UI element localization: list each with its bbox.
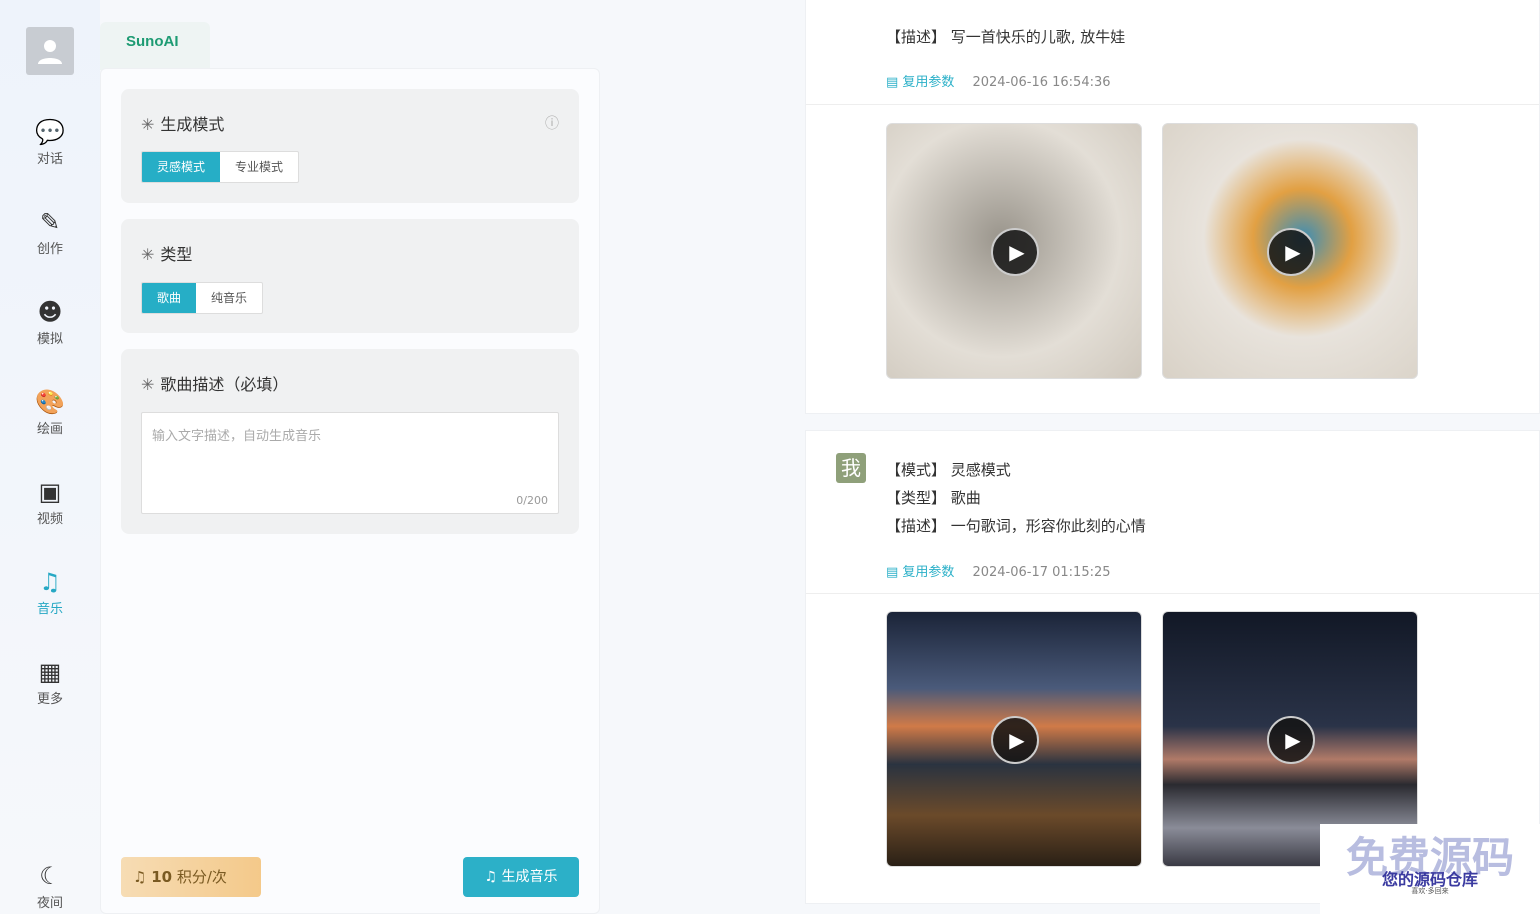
mode-inspiration[interactable]: 灵感模式 [142, 152, 221, 182]
play-icon[interactable]: ▶ [1267, 228, 1315, 276]
description-card: ✳ 歌曲描述（必填） 输入文字描述，自动生成音乐 0/200 [121, 349, 579, 534]
sidebar: 💬 对话 ✎ 创作 ☻ 模拟 🎨 绘画 ▣ 视频 ♫ 音乐 ▦ 更多 ☾ 夜间 [0, 0, 100, 914]
mode-professional[interactable]: 专业模式 [220, 152, 298, 182]
chat-icon: 💬 [35, 118, 65, 146]
feather-icon: ✎ [39, 208, 61, 236]
nav-label: 绘画 [36, 422, 63, 437]
sidebar-item-draw[interactable]: 🎨 绘画 [0, 388, 100, 437]
play-icon[interactable]: ▶ [991, 228, 1039, 276]
type-instrumental[interactable]: 纯音乐 [196, 283, 262, 313]
sidebar-item-video[interactable]: ▣ 视频 [0, 478, 100, 527]
sidebar-item-create[interactable]: ✎ 创作 [0, 208, 100, 257]
reuse-params-link[interactable]: ▤ 复用参数 [886, 75, 954, 90]
song-cover[interactable]: ▶ [886, 123, 1142, 379]
type-song[interactable]: 歌曲 [142, 283, 197, 313]
avatar[interactable] [26, 27, 74, 75]
nav-label: 对话 [36, 152, 63, 167]
reuse-params-link[interactable]: ▤ 复用参数 [886, 565, 954, 580]
grid-icon: ▦ [38, 658, 62, 686]
nav-label: 模拟 [36, 332, 63, 347]
music-form-panel: ✳ 生成模式 ⓘ 灵感模式 专业模式 ✳ 类型 歌曲 纯音乐 ✳ 歌曲描述（必填） 输入文… [100, 68, 600, 914]
palette-icon: 🎨 [35, 388, 65, 416]
cost-badge: ♫ 10 积分/次 [121, 857, 261, 897]
head-icon: ☻ [37, 298, 63, 326]
description-line: 【描述】 一句歌词，形容你此刻的心情 [886, 517, 1146, 535]
type-line: 【类型】 歌曲 [886, 489, 981, 507]
mode-selector: 灵感模式 专业模式 [141, 151, 300, 183]
mode-line: 【模式】 灵感模式 [886, 461, 1011, 479]
sidebar-item-music[interactable]: ♫ 音乐 [0, 568, 100, 617]
type-selector: 歌曲 纯音乐 [141, 282, 264, 314]
song-cover[interactable]: ▶ [1162, 123, 1418, 379]
generate-music-button[interactable]: ♫ 生成音乐 [463, 857, 579, 897]
type-label: ✳ 类型 [141, 245, 193, 264]
timestamp: 2024-06-17 01:15:25 [972, 565, 1111, 580]
night-mode-toggle[interactable]: ☾ 夜间 [0, 862, 100, 911]
description-input[interactable]: 输入文字描述，自动生成音乐 0/200 [141, 412, 559, 514]
info-icon[interactable]: ⓘ [545, 113, 559, 133]
tab-sunoai[interactable]: SunoAI [100, 22, 210, 70]
watermark: 免费源码 您的源码仓库 喜欢·多回来 [1320, 824, 1540, 914]
mode-card: ✳ 生成模式 ⓘ 灵感模式 专业模式 [121, 89, 579, 203]
music-icon: ♫ [39, 568, 61, 596]
nav-label: 创作 [36, 242, 63, 257]
description-line: 【描述】 写一首快乐的儿歌, 放牛娃 [886, 28, 1126, 46]
nav-label: 更多 [36, 692, 63, 707]
user-avatar: 我 [836, 453, 866, 483]
moon-icon: ☾ [39, 862, 61, 890]
sidebar-item-simulate[interactable]: ☻ 模拟 [0, 298, 100, 347]
nav-label: 音乐 [36, 602, 63, 617]
feed-item: 【描述】 写一首快乐的儿歌, 放牛娃 ▤ 复用参数 2024-06-16 16:5… [805, 0, 1540, 414]
play-icon[interactable]: ▶ [991, 716, 1039, 764]
play-icon[interactable]: ▶ [1267, 716, 1315, 764]
meta-row: ▤ 复用参数 2024-06-17 01:15:25 [886, 561, 1111, 580]
nav-label: 视频 [36, 512, 63, 527]
music-icon: ♫ [133, 868, 152, 886]
type-card: ✳ 类型 歌曲 纯音乐 [121, 219, 579, 333]
nav-label: 夜间 [36, 896, 63, 911]
sidebar-item-more[interactable]: ▦ 更多 [0, 658, 100, 707]
sidebar-item-chat[interactable]: 💬 对话 [0, 118, 100, 167]
mode-label: ✳ 生成模式 [141, 115, 225, 134]
char-count: 0/200 [516, 494, 548, 507]
meta-row: ▤ 复用参数 2024-06-16 16:54:36 [886, 71, 1111, 90]
song-cover[interactable]: ▶ [886, 611, 1142, 867]
video-icon: ▣ [38, 478, 62, 506]
timestamp: 2024-06-16 16:54:36 [972, 75, 1111, 90]
description-label: ✳ 歌曲描述（必填） [141, 375, 289, 394]
